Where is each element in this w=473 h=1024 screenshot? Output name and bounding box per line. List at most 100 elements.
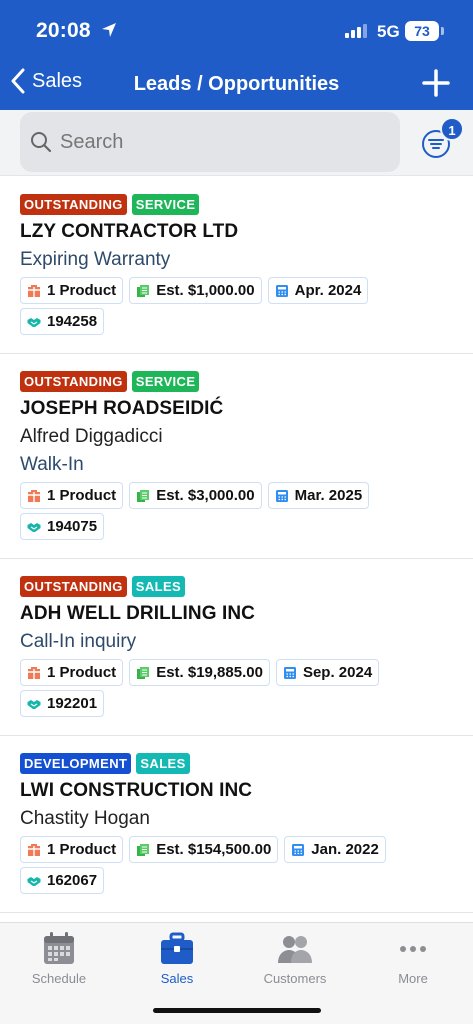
id-text: 194075	[47, 518, 98, 535]
search-input[interactable]	[60, 130, 360, 154]
box-icon	[28, 489, 40, 502]
id-text: 162067	[47, 872, 98, 889]
contact-name: Chastity Hogan	[20, 808, 150, 829]
id-chip: 194258	[20, 308, 105, 335]
box-icon	[28, 284, 40, 297]
products-chip: 1 Product	[20, 659, 124, 686]
products-text: 1 Product	[47, 487, 117, 504]
money-icon	[137, 843, 150, 856]
money-icon	[137, 666, 150, 679]
estimate-text: Est. $1,000.00	[156, 282, 255, 299]
date-text: Sep. 2024	[302, 664, 373, 681]
briefcase-icon	[161, 932, 193, 964]
page-title: Leads / Opportunities	[133, 73, 340, 95]
products-chip: 1 Product	[20, 277, 124, 304]
handshake-icon	[27, 876, 41, 886]
status-tag: DEVELOPMENT	[20, 753, 132, 774]
lead-source: Expiring Warranty	[20, 249, 171, 270]
type-tag: SERVICE	[131, 194, 200, 215]
leads-list: OUTSTANDING SERVICE LZY CONTRACTOR LTD E…	[0, 177, 473, 913]
nav-bar: Sales Leads / Opportunities	[0, 62, 473, 106]
estimate-chip: Est. $154,500.00	[129, 836, 279, 863]
battery-tip	[441, 27, 444, 35]
tab-sales[interactable]: Sales	[118, 929, 236, 986]
company-name: LZY CONTRACTOR LTD	[20, 221, 239, 242]
products-chip: 1 Product	[20, 482, 124, 509]
products-text: 1 Product	[47, 664, 117, 681]
id-text: 192201	[47, 695, 98, 712]
tab-label: Schedule	[31, 971, 87, 986]
products-text: 1 Product	[47, 282, 117, 299]
id-chip: 162067	[20, 867, 105, 894]
lead-chips: 1 Product Est. $19,885.00 Sep. 2024 1922…	[20, 659, 453, 735]
status-time: 20:08	[36, 19, 91, 42]
company-name: JOSEPH ROADSEIDIĆ	[20, 398, 224, 419]
box-icon	[28, 843, 40, 856]
lead-tags: DEVELOPMENT SALES	[20, 753, 453, 775]
lead-source: Call-In inquiry	[20, 631, 137, 652]
tab-label: More	[398, 971, 428, 986]
id-chip: 194075	[20, 513, 105, 540]
lead-tags: OUTSTANDING SERVICE	[20, 371, 453, 393]
status-tag: OUTSTANDING	[20, 371, 127, 392]
search-box[interactable]	[20, 112, 400, 172]
type-tag: SERVICE	[131, 371, 200, 392]
estimate-chip: Est. $3,000.00	[129, 482, 262, 509]
search-row	[0, 110, 473, 176]
money-icon	[137, 489, 150, 502]
calculator-icon	[283, 666, 296, 679]
lead-card[interactable]: OUTSTANDING SERVICE JOSEPH ROADSEIDIĆ Al…	[0, 354, 473, 559]
lead-card[interactable]: DEVELOPMENT SALES LWI CONSTRUCTION INC C…	[0, 736, 473, 913]
lead-source: Walk-In	[20, 454, 84, 475]
id-text: 194258	[47, 313, 98, 330]
calendar-icon	[44, 932, 74, 964]
app-header: 20:08 5G 73 Sales Leads / Opportunities	[0, 0, 473, 110]
more-dots-icon	[400, 946, 426, 952]
handshake-icon	[27, 699, 41, 709]
estimate-text: Est. $3,000.00	[156, 487, 255, 504]
date-chip: Sep. 2024	[275, 659, 380, 686]
tab-label: Customers	[263, 971, 327, 986]
calculator-icon	[275, 489, 288, 502]
lead-chips: 1 Product Est. $3,000.00 Mar. 2025 19407…	[20, 482, 453, 558]
people-icon	[278, 936, 312, 963]
lead-tags: OUTSTANDING SALES	[20, 576, 453, 598]
tab-schedule[interactable]: Schedule	[0, 929, 118, 986]
money-icon	[137, 284, 150, 297]
date-chip: Jan. 2022	[284, 836, 386, 863]
lead-chips: 1 Product Est. $154,500.00 Jan. 2022 162…	[20, 836, 453, 912]
status-bar: 20:08 5G 73	[0, 0, 473, 60]
products-text: 1 Product	[47, 841, 117, 858]
battery-icon: 73	[405, 21, 439, 41]
lead-tags: OUTSTANDING SERVICE	[20, 194, 453, 216]
handshake-icon	[27, 522, 41, 532]
tab-customers[interactable]: Customers	[236, 929, 354, 986]
tab-label: Sales	[160, 971, 194, 986]
add-icon[interactable]	[421, 68, 451, 98]
company-name: LWI CONSTRUCTION INC	[20, 780, 253, 801]
date-chip: Apr. 2024	[267, 277, 369, 304]
estimate-chip: Est. $19,885.00	[129, 659, 270, 686]
search-icon	[31, 132, 52, 153]
lead-card[interactable]: OUTSTANDING SALES ADH WELL DRILLING INC …	[0, 559, 473, 736]
estimate-chip: Est. $1,000.00	[129, 277, 262, 304]
filter-count-badge: 1	[440, 117, 464, 141]
type-tag: SALES	[131, 576, 186, 597]
lead-chips: 1 Product Est. $1,000.00 Apr. 2024 19425…	[20, 277, 453, 353]
date-text: Jan. 2022	[311, 841, 379, 858]
products-chip: 1 Product	[20, 836, 124, 863]
location-arrow-icon	[102, 23, 116, 37]
status-tag: OUTSTANDING	[20, 194, 127, 215]
calculator-icon	[275, 284, 288, 297]
home-indicator	[153, 1008, 321, 1013]
contact-name: Alfred Diggadicci	[20, 426, 163, 447]
status-tag: OUTSTANDING	[20, 576, 127, 597]
tab-more[interactable]: More	[354, 929, 472, 986]
date-text: Mar. 2025	[294, 487, 363, 504]
lead-card[interactable]: OUTSTANDING SERVICE LZY CONTRACTOR LTD E…	[0, 177, 473, 354]
calculator-icon	[292, 843, 305, 856]
network-type: 5G	[377, 22, 400, 41]
type-tag: SALES	[136, 753, 190, 774]
id-chip: 192201	[20, 690, 105, 717]
signal-icon	[345, 24, 367, 38]
